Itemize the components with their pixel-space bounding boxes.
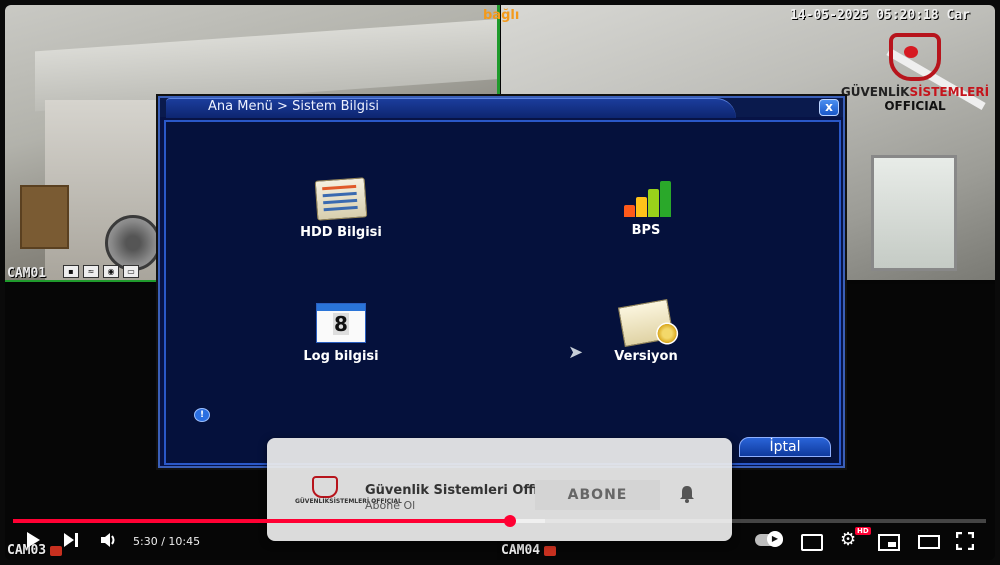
brand-sub: OFFICIAL xyxy=(884,99,946,113)
camera-label: CAM01 xyxy=(7,266,47,281)
menu-item-log-info[interactable]: 8 Log bilgisi xyxy=(261,303,421,364)
time-display: 5:30 / 10:45 xyxy=(133,535,201,548)
brand-name: GÜVENLİKSİSTEMLERİ xyxy=(840,85,990,99)
no-signal-icon xyxy=(544,545,557,556)
shield-logo-icon xyxy=(889,33,941,81)
record-icon: ▪ xyxy=(63,265,79,278)
menu-item-label: Versiyon xyxy=(614,349,678,364)
subscribe-cta: Abone Ol xyxy=(365,499,416,512)
monitor-icon: ▭ xyxy=(123,265,139,278)
menu-item-hdd-info[interactable]: HDD Bilgisi xyxy=(261,177,421,240)
bar-chart-icon xyxy=(622,179,671,217)
motion-icon: ≈ xyxy=(83,265,99,278)
subscribe-popup: GÜVENLİKSİSTEMLERİ OFFICIAL Güvenlik Sis… xyxy=(267,438,732,541)
fullscreen-button[interactable] xyxy=(956,532,974,550)
no-signal-icon xyxy=(50,545,63,556)
channel-logo-text: GÜVENLİKSİSTEMLERİ OFFICIAL xyxy=(295,498,402,505)
menu-item-label: Log bilgisi xyxy=(303,349,379,364)
miniplayer-button[interactable] xyxy=(878,534,900,551)
channel-name: Güvenlik Sistemleri Official xyxy=(365,483,564,498)
menu-item-bps[interactable]: BPS xyxy=(566,179,726,238)
camera-label: CAM04 xyxy=(501,543,557,558)
captions-button[interactable] xyxy=(801,534,823,551)
next-button[interactable] xyxy=(63,531,79,549)
channel-logo: GÜVENLİKSİSTEMLERİ OFFICIAL xyxy=(295,476,402,508)
bell-icon[interactable] xyxy=(677,484,697,504)
mouse-cursor-icon: ➤ xyxy=(568,342,584,363)
dialog-titlebar: Ana Menü > Sistem Bilgisi x xyxy=(160,98,843,118)
hd-badge: HD xyxy=(855,527,871,535)
dialog-title: Ana Menü > Sistem Bilgisi xyxy=(208,99,379,114)
connection-status: bağlı xyxy=(483,8,520,23)
hdd-document-icon xyxy=(314,177,368,221)
play-button[interactable] xyxy=(25,531,41,549)
info-icon[interactable]: ! xyxy=(194,408,210,422)
volume-button[interactable] xyxy=(100,531,118,549)
subscribe-button[interactable]: ABONE xyxy=(535,480,660,510)
cancel-button[interactable]: İptal xyxy=(739,437,831,457)
menu-item-label: BPS xyxy=(631,223,661,238)
video-player[interactable]: CAM01 ▪ ≈ ◉ ▭ CAM03 CAM04 bağlı 14-05-20… xyxy=(5,5,995,560)
shield-logo-icon xyxy=(312,476,338,498)
system-info-dialog: Ana Menü > Sistem Bilgisi x HDD Bilgisi … xyxy=(158,96,845,468)
channel-watermark: GÜVENLİKSİSTEMLERİ OFFICIAL xyxy=(840,33,990,123)
calendar-icon: 8 xyxy=(316,303,366,343)
dvr-datetime: 14-05-2025 05:20:18 Car xyxy=(789,8,970,23)
progress-bar[interactable] xyxy=(13,515,986,527)
theater-mode-button[interactable] xyxy=(918,535,940,549)
progress-played xyxy=(13,519,511,523)
close-button[interactable]: x xyxy=(819,99,839,116)
menu-item-version[interactable]: Versiyon xyxy=(566,298,726,364)
menu-item-label: HDD Bilgisi xyxy=(300,225,382,240)
autoplay-toggle[interactable] xyxy=(755,531,783,547)
dialog-body: HDD Bilgisi BPS 8 Log bilgisi Versiyon ➤ xyxy=(164,120,841,465)
eye-icon: ◉ xyxy=(103,265,119,278)
camera-status-icons: ▪ ≈ ◉ ▭ xyxy=(63,265,139,278)
settings-gear-icon[interactable]: ⚙ xyxy=(840,529,856,550)
certificate-icon xyxy=(617,298,675,348)
